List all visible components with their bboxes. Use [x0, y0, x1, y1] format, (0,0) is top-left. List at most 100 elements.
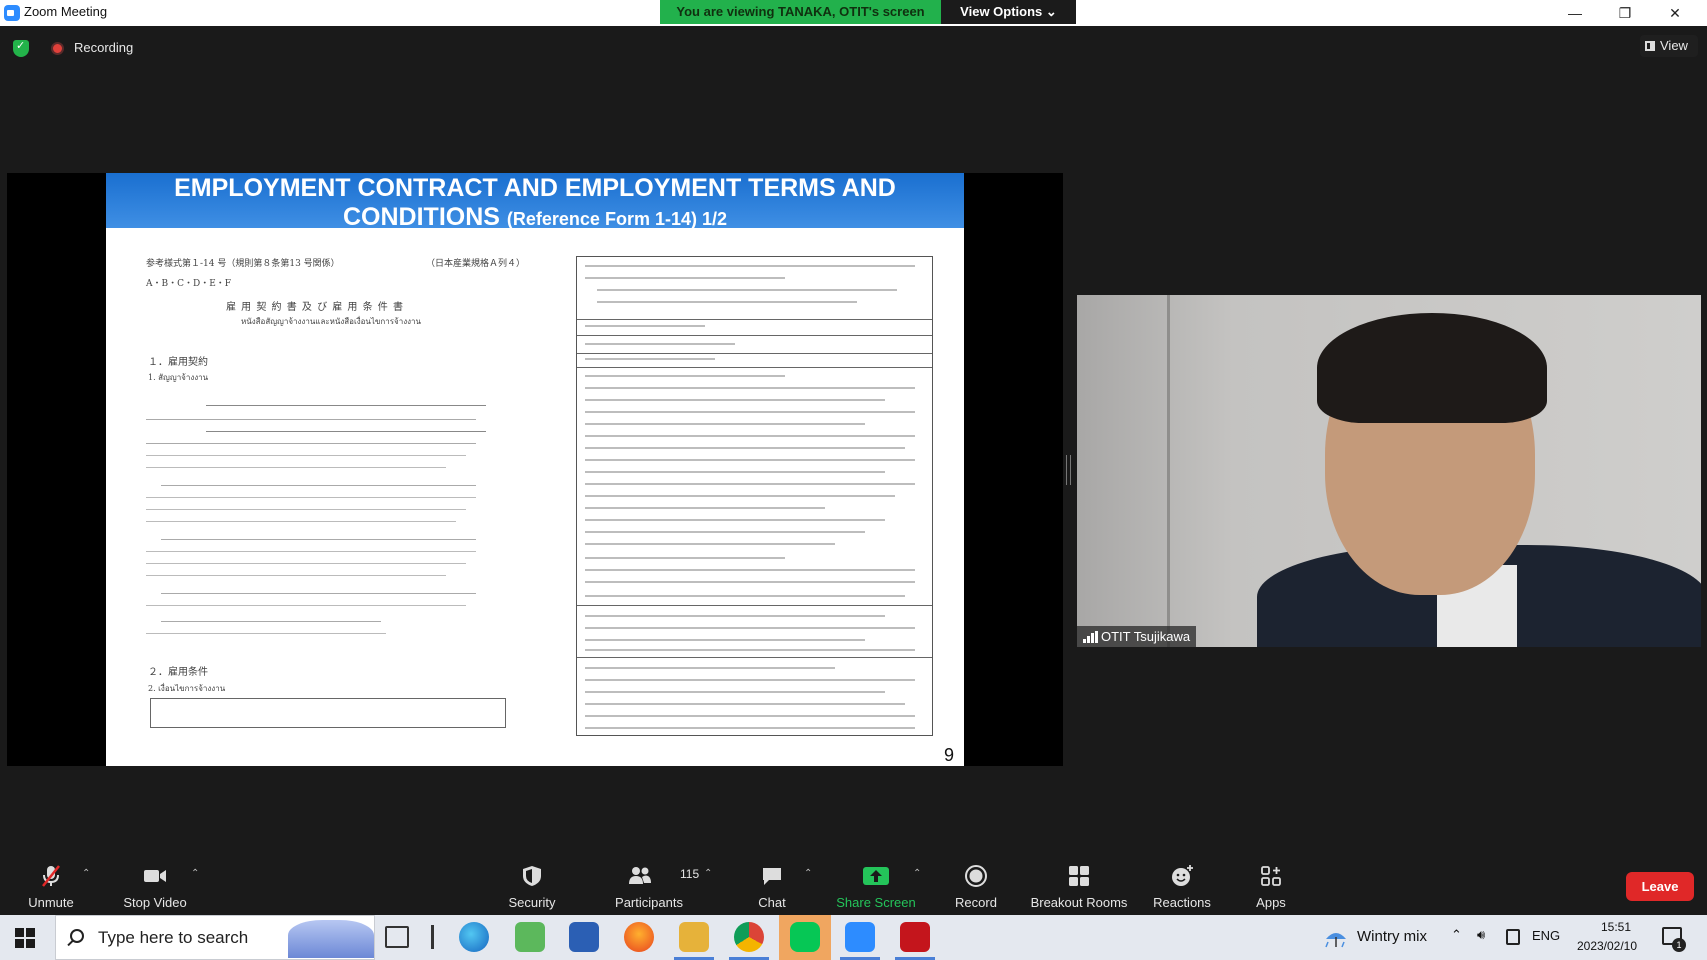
participant-name: OTIT Tsujikawa	[1101, 629, 1191, 644]
firefox-icon[interactable]	[624, 922, 654, 952]
apps-button[interactable]: Apps	[1236, 850, 1306, 915]
taskbar-search-box[interactable]: Type here to search	[55, 915, 375, 960]
doc-text-line	[585, 649, 915, 651]
clock-time[interactable]: 15:51	[1590, 920, 1642, 934]
record-button[interactable]: Record	[941, 850, 1011, 915]
notification-count-badge: 1	[1672, 938, 1686, 952]
table-row-divider	[577, 657, 932, 658]
participants-options-chevron-icon[interactable]: ⌃	[704, 868, 712, 879]
stop-video-button[interactable]: Stop Video	[115, 850, 195, 915]
search-icon	[70, 929, 84, 943]
network-monitor-icon[interactable]	[1506, 929, 1520, 945]
windows-taskbar: Type here to search Wintry mix ⌃ 🔊︎ ENG …	[0, 915, 1707, 960]
microsoft-store-icon[interactable]	[569, 922, 599, 952]
encryption-shield-icon[interactable]	[13, 39, 29, 57]
chat-button[interactable]: Chat	[737, 850, 807, 915]
doc-section-2-thai: 2. เงื่อนไขการจ้างงาน	[148, 684, 226, 693]
breakout-rooms-icon	[1069, 866, 1089, 886]
apps-label: Apps	[1256, 895, 1286, 910]
video-wall-edge	[1167, 295, 1170, 647]
taskbar-separator-icon	[431, 925, 434, 949]
line-app-icon[interactable]	[790, 922, 820, 952]
security-label: Security	[508, 895, 556, 910]
table-row-divider	[577, 319, 932, 320]
shared-slide: EMPLOYMENT CONTRACT AND EMPLOYMENT TERMS…	[106, 173, 964, 766]
panel-resize-handle[interactable]	[1066, 455, 1071, 485]
doc-text-line	[146, 497, 476, 498]
doc-title-thai: หนังสือสัญญาจ้างงานและหนังสือเงื่อนไขการ…	[241, 317, 421, 326]
clock-date[interactable]: 2023/02/10	[1570, 939, 1644, 953]
restore-icon: ❐	[1618, 5, 1632, 21]
doc-text-line	[585, 507, 825, 509]
doc-text-line	[146, 575, 446, 576]
participants-label: Participants	[615, 895, 683, 910]
leave-button[interactable]: Leave	[1626, 872, 1694, 901]
chat-bubble-icon	[763, 868, 781, 885]
participants-count: 115	[680, 867, 700, 881]
participant-hair	[1317, 313, 1547, 423]
search-placeholder: Type here to search	[98, 928, 249, 947]
doc-section-1-thai: 1. สัญญาจ้างงาน	[148, 373, 209, 382]
view-options-button[interactable]: View Options ⌄	[941, 0, 1076, 24]
view-grid-icon	[1645, 41, 1655, 51]
participant-video-tile[interactable]	[1077, 295, 1701, 647]
doc-text-line	[206, 431, 486, 432]
weather-label[interactable]: Wintry mix	[1357, 928, 1427, 945]
meeting-toolbar: Unmute ⌃ Stop Video ⌃ Security 115 Parti…	[0, 850, 1707, 915]
doc-form-number: 参考様式第１-14 号（規則第８条第13 号関係）	[146, 259, 340, 269]
unmute-label: Unmute	[28, 895, 74, 910]
breakout-rooms-button[interactable]: Breakout Rooms	[1024, 850, 1134, 915]
doc-text-line	[585, 435, 915, 437]
zoom-taskbar-icon[interactable]	[845, 922, 875, 952]
share-options-chevron-icon[interactable]: ⌃	[913, 868, 921, 879]
doc-text-line	[585, 399, 885, 401]
breakout-rooms-label: Breakout Rooms	[1030, 895, 1128, 910]
apps-icon	[1261, 866, 1281, 886]
close-button[interactable]: ✕	[1652, 0, 1698, 26]
weather-rain-icon[interactable]	[1322, 927, 1350, 949]
restore-button[interactable]: ❐	[1602, 0, 1648, 26]
share-screen-label: Share Screen	[836, 895, 916, 910]
volume-icon[interactable]: 🔊︎	[1477, 928, 1485, 943]
doc-text-line	[585, 715, 915, 717]
doc-text-line	[585, 358, 715, 360]
windows-start-icon[interactable]	[15, 928, 35, 948]
slide-title-sub: (Reference Form 1-14) 1/2	[506, 209, 727, 229]
input-language-label[interactable]: ENG	[1532, 928, 1560, 943]
reactions-button[interactable]: Reactions	[1146, 850, 1218, 915]
recording-icon[interactable]	[51, 42, 64, 55]
doc-text-line	[585, 277, 785, 279]
participants-button[interactable]: 115 Participants	[604, 850, 699, 915]
video-options-chevron-icon[interactable]: ⌃	[191, 868, 199, 879]
doc-text-line	[146, 563, 466, 564]
minimize-button[interactable]: —	[1552, 0, 1598, 26]
chat-label: Chat	[758, 895, 786, 910]
chrome-icon[interactable]	[734, 922, 764, 952]
chat-options-chevron-icon[interactable]: ⌃	[804, 868, 812, 879]
doc-text-line	[161, 485, 476, 486]
doc-text-line	[597, 289, 897, 291]
window-title: Zoom Meeting	[24, 4, 108, 19]
show-hidden-icons-chevron-icon[interactable]: ⌃	[1451, 928, 1462, 943]
doc-text-line	[146, 509, 466, 510]
doc-text-line	[146, 455, 466, 456]
doc-text-line	[146, 521, 456, 522]
doc-text-line	[206, 405, 486, 406]
file-explorer-icon[interactable]	[679, 922, 709, 952]
doc-text-line	[146, 419, 476, 420]
audio-options-chevron-icon[interactable]: ⌃	[82, 868, 90, 879]
doc-text-line	[585, 703, 905, 705]
edge-browser-icon[interactable]	[459, 922, 489, 952]
security-button[interactable]: Security	[497, 850, 567, 915]
task-view-icon[interactable]	[385, 926, 409, 948]
share-screen-arrow-icon	[863, 867, 889, 885]
acrobat-reader-icon[interactable]	[900, 922, 930, 952]
doc-paper-size: （日本産業規格Ａ列４）	[426, 259, 526, 269]
share-screen-button[interactable]: Share Screen	[830, 850, 922, 915]
doc-text-line	[585, 423, 865, 425]
unmute-button[interactable]: Unmute	[16, 850, 86, 915]
doc-text-line	[585, 519, 885, 521]
wechat-icon[interactable]	[515, 922, 545, 952]
view-button[interactable]: View	[1640, 35, 1698, 57]
doc-text-line	[585, 495, 895, 497]
